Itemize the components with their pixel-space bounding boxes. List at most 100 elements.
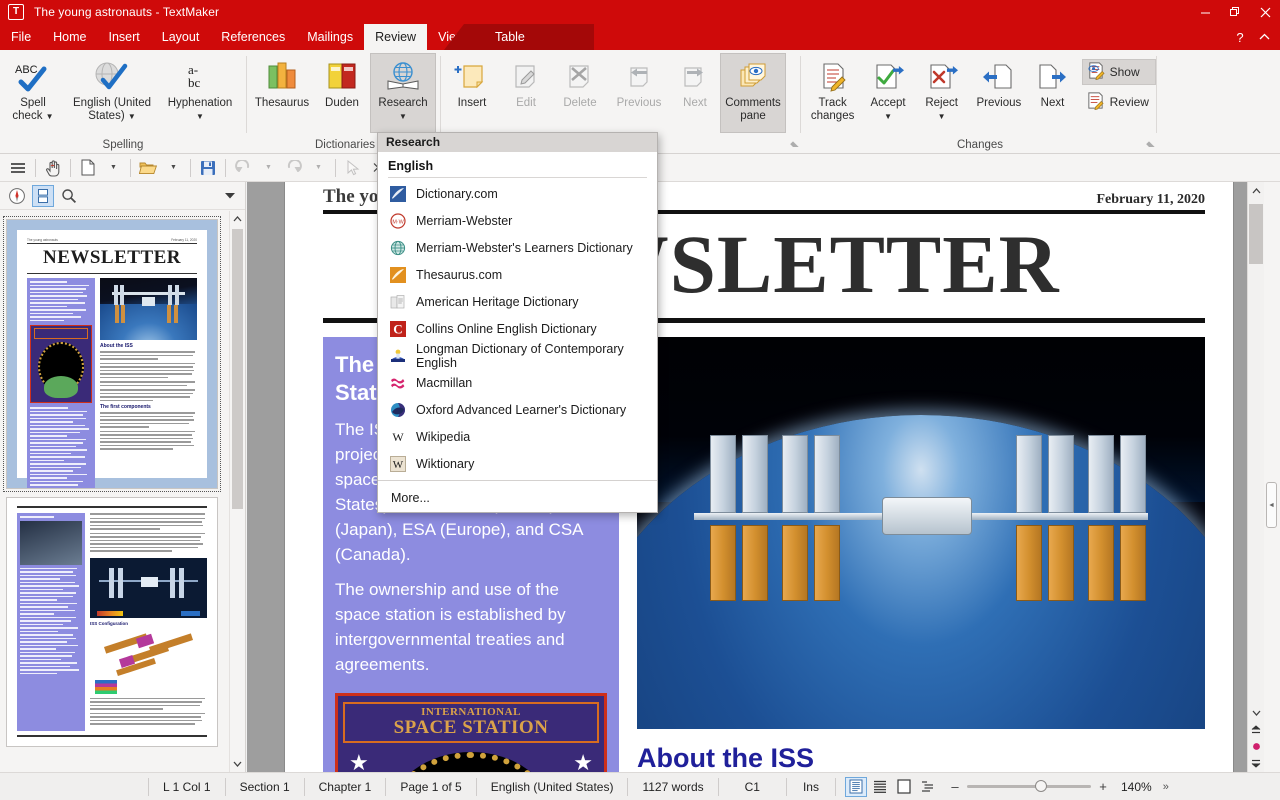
menu-item-wikipedia[interactable]: W Wikipedia bbox=[378, 423, 657, 450]
sidebar-scroll-down[interactable] bbox=[230, 756, 245, 772]
edit-comment-button[interactable]: Edit bbox=[500, 53, 552, 133]
status-page[interactable]: Page 1 of 5 bbox=[386, 777, 477, 796]
spell-check-button[interactable]: ABC Spell check ▼ bbox=[0, 53, 66, 133]
comments-dialog-launcher[interactable] bbox=[787, 141, 799, 153]
collapse-ribbon-icon[interactable] bbox=[1252, 24, 1276, 50]
document-scroll-down[interactable] bbox=[1248, 704, 1264, 721]
sidebar-options-dropdown[interactable] bbox=[221, 185, 239, 207]
menu-item-label: Merriam-Webster bbox=[416, 213, 513, 228]
status-cursor-position[interactable]: L 1 Col 1 bbox=[148, 777, 226, 796]
menu-item-collins[interactable]: C Collins Online English Dictionary bbox=[378, 315, 657, 342]
menu-item-merriam-webster-learners[interactable]: Merriam-Webster's Learners Dictionary bbox=[378, 234, 657, 261]
thumbnail-page-2[interactable]: ISS Configuration bbox=[6, 497, 218, 747]
status-insert-mode[interactable]: Ins bbox=[787, 777, 836, 796]
language-button[interactable]: English (United States) ▼ bbox=[66, 53, 158, 133]
sidebar-scroll-thumb[interactable] bbox=[232, 229, 243, 509]
document-scrollbar[interactable] bbox=[1247, 182, 1264, 772]
menu-item-thesaurus-com[interactable]: Thesaurus.com bbox=[378, 261, 657, 288]
menu-item-macmillan[interactable]: Macmillan bbox=[378, 369, 657, 396]
view-page-layout-icon[interactable] bbox=[844, 776, 867, 797]
research-dropdown-menu[interactable]: Research English Dictionary.com M·W Merr… bbox=[377, 132, 658, 513]
duden-button[interactable]: Duden bbox=[314, 53, 370, 133]
previous-comment-button[interactable]: Previous bbox=[608, 53, 670, 133]
document-scroll-thumb[interactable] bbox=[1249, 204, 1263, 264]
open-document-dropdown[interactable]: ▼ bbox=[161, 156, 185, 180]
tab-references[interactable]: References bbox=[210, 24, 296, 50]
next-page-icon[interactable] bbox=[1248, 755, 1264, 772]
zoom-slider[interactable] bbox=[966, 780, 1091, 792]
tab-layout[interactable]: Layout bbox=[151, 24, 211, 50]
status-section[interactable]: Section 1 bbox=[226, 777, 305, 796]
zoom-out-button[interactable]: – bbox=[950, 779, 960, 794]
cursor-arrow-icon[interactable] bbox=[341, 156, 365, 180]
tab-home[interactable]: Home bbox=[42, 24, 97, 50]
delete-comment-button[interactable]: Delete bbox=[552, 53, 608, 133]
document-scroll-up[interactable] bbox=[1248, 182, 1264, 199]
minimize-button[interactable] bbox=[1190, 0, 1220, 24]
undo-arrow-icon[interactable] bbox=[231, 156, 255, 180]
thumbnail-list[interactable]: The young astronauts February 11, 2020 N… bbox=[0, 211, 229, 772]
tab-table[interactable]: Table bbox=[484, 24, 536, 50]
thumbnail-page-1[interactable]: The young astronauts February 11, 2020 N… bbox=[3, 216, 221, 492]
new-document-icon[interactable] bbox=[76, 156, 100, 180]
tab-insert[interactable]: Insert bbox=[98, 24, 151, 50]
new-document-dropdown[interactable]: ▼ bbox=[101, 156, 125, 180]
browse-object-icon[interactable] bbox=[1248, 738, 1264, 755]
status-chapter[interactable]: Chapter 1 bbox=[305, 777, 387, 796]
close-button[interactable] bbox=[1250, 0, 1280, 24]
reject-change-button[interactable]: Reject ▼ bbox=[915, 53, 969, 133]
menu-item-oxford[interactable]: Oxford Advanced Learner's Dictionary bbox=[378, 396, 657, 423]
tab-mailings[interactable]: Mailings bbox=[296, 24, 364, 50]
thesaurus-com-icon bbox=[389, 266, 406, 283]
hyphenation-button[interactable]: a- bc Hyphenation ▼ bbox=[158, 53, 242, 133]
undo-dropdown[interactable]: ▼ bbox=[256, 156, 280, 180]
status-column[interactable]: C1 bbox=[719, 777, 787, 796]
next-comment-button[interactable]: Next bbox=[670, 53, 720, 133]
thesaurus-button[interactable]: Thesaurus bbox=[250, 53, 314, 133]
track-changes-button[interactable]: Track changes bbox=[804, 53, 861, 133]
menu-item-american-heritage[interactable]: American Heritage Dictionary bbox=[378, 288, 657, 315]
thumbnails-icon[interactable] bbox=[32, 184, 54, 207]
statusbar-overflow-icon[interactable]: » bbox=[1163, 781, 1169, 793]
redo-arrow-icon[interactable] bbox=[281, 156, 305, 180]
menu-item-dictionary-com[interactable]: Dictionary.com bbox=[378, 180, 657, 207]
sidebar-scroll-up[interactable] bbox=[230, 211, 245, 227]
menu-item-merriam-webster[interactable]: M·W Merriam-Webster bbox=[378, 207, 657, 234]
menu-item-wiktionary[interactable]: W Wiktionary bbox=[378, 450, 657, 477]
compass-icon[interactable] bbox=[6, 185, 28, 207]
help-icon[interactable]: ? bbox=[1228, 24, 1252, 50]
status-word-count[interactable]: 1127 words bbox=[628, 777, 719, 796]
zoom-slider-knob[interactable] bbox=[1034, 780, 1047, 792]
accept-change-label: Accept bbox=[870, 97, 906, 109]
hamburger-icon[interactable] bbox=[6, 156, 30, 180]
tab-file[interactable]: File bbox=[0, 24, 42, 50]
show-markup-button[interactable]: Show bbox=[1081, 59, 1156, 85]
zoom-level-label[interactable]: 140% bbox=[1121, 780, 1152, 794]
insert-comment-button[interactable]: Insert bbox=[444, 53, 500, 133]
status-language[interactable]: English (United States) bbox=[477, 777, 629, 796]
view-full-screen-icon[interactable] bbox=[893, 777, 915, 797]
tab-review[interactable]: Review bbox=[364, 24, 428, 50]
maximize-restore-button[interactable] bbox=[1220, 0, 1250, 24]
search-icon[interactable] bbox=[58, 185, 80, 207]
previous-change-button[interactable]: Previous bbox=[968, 53, 1029, 133]
zoom-in-button[interactable]: + bbox=[1098, 779, 1108, 794]
open-folder-icon[interactable] bbox=[136, 156, 160, 180]
sidebar-scrollbar[interactable] bbox=[229, 211, 245, 772]
research-button[interactable]: Research ▼ bbox=[370, 53, 436, 133]
save-disk-icon[interactable] bbox=[196, 156, 220, 180]
pane-splitter-handle[interactable]: ◄ bbox=[1266, 482, 1277, 528]
accept-change-button[interactable]: Accept ▼ bbox=[861, 53, 915, 133]
redo-dropdown[interactable]: ▼ bbox=[306, 156, 330, 180]
view-outline-icon[interactable] bbox=[917, 777, 939, 797]
iss-photo[interactable] bbox=[637, 337, 1205, 729]
previous-page-icon[interactable] bbox=[1248, 721, 1264, 738]
hand-icon[interactable] bbox=[41, 156, 65, 180]
iss-logo-image[interactable]: INTERNATIONAL SPACE STATION ★ ★ bbox=[335, 693, 607, 772]
menu-item-more[interactable]: More... bbox=[378, 484, 657, 512]
comments-pane-button[interactable]: Comments pane bbox=[720, 53, 786, 133]
review-pane-button[interactable]: Review bbox=[1082, 89, 1156, 115]
view-normal-icon[interactable] bbox=[869, 777, 891, 797]
next-change-button[interactable]: Next bbox=[1029, 53, 1075, 133]
menu-item-longman[interactable]: Longman Dictionary of Contemporary Engli… bbox=[378, 342, 657, 370]
